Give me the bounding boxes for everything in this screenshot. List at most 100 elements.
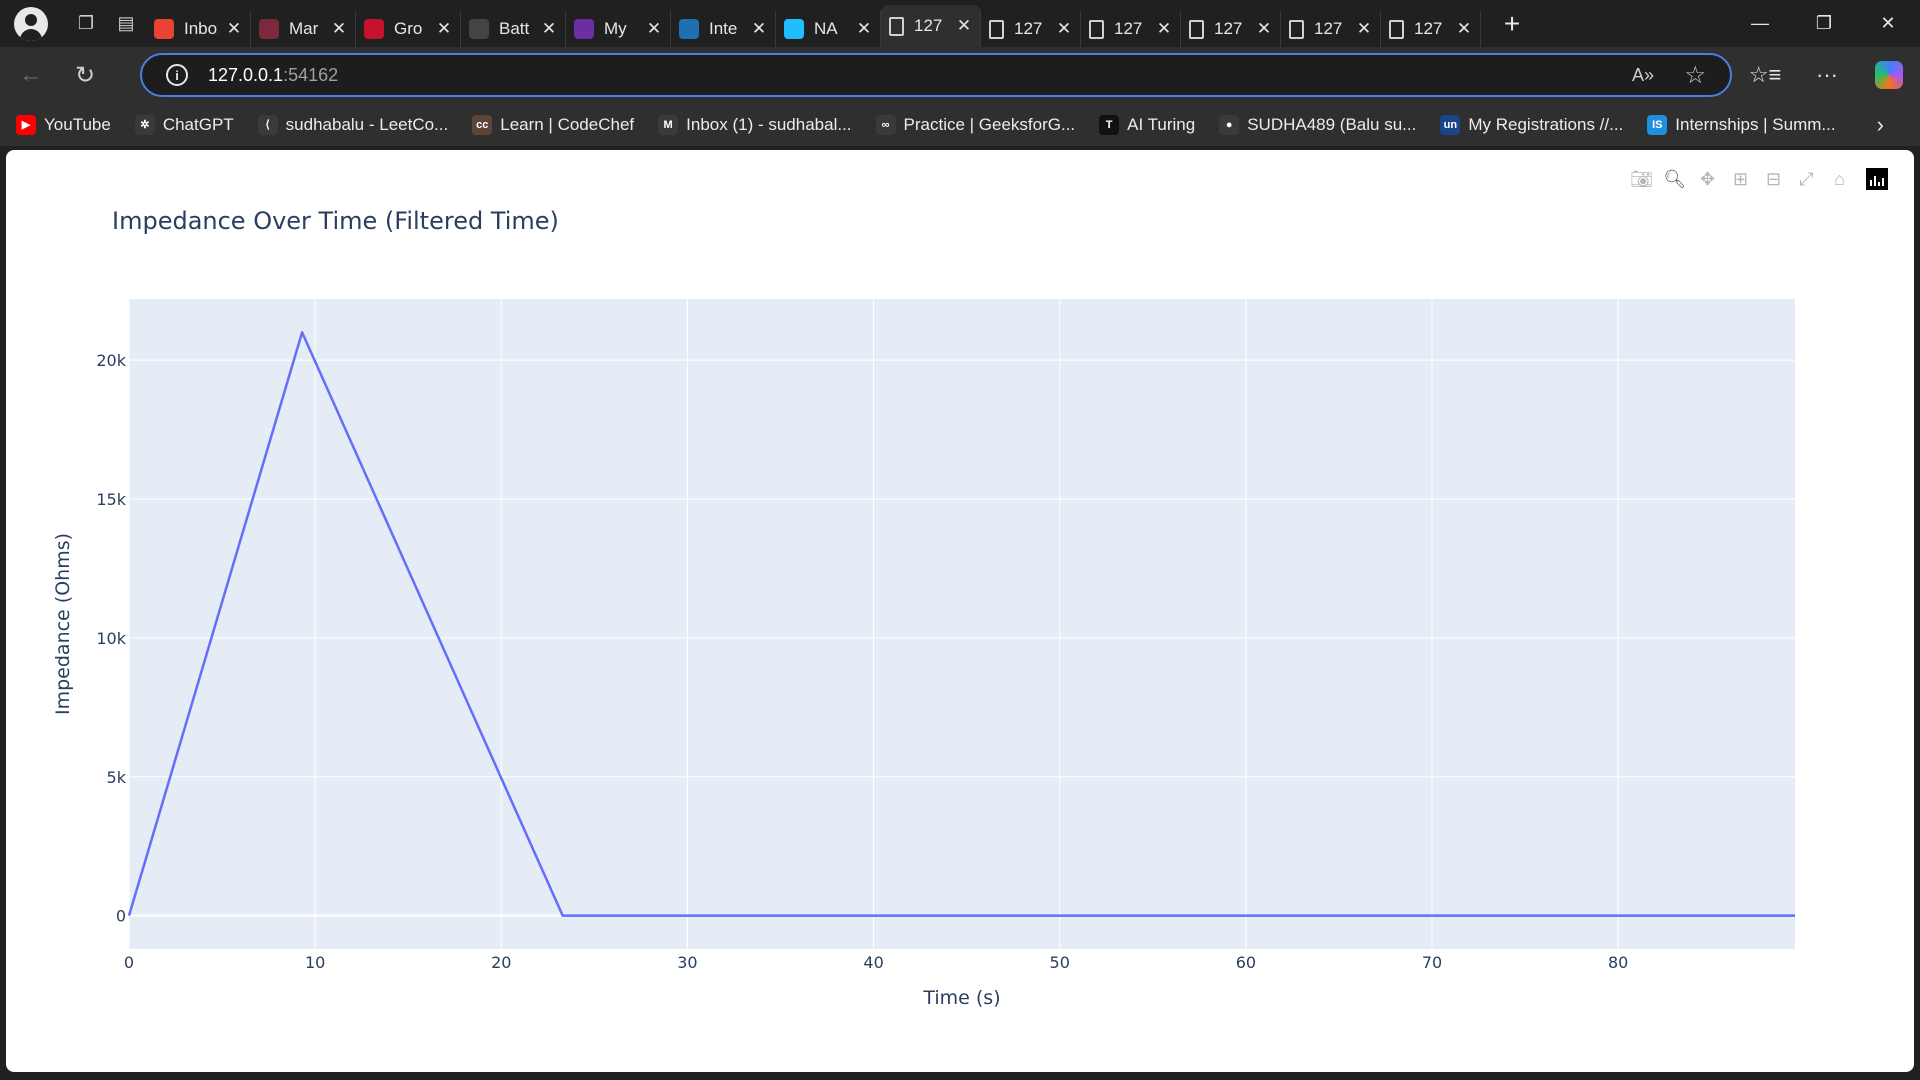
url-port: :54162 xyxy=(283,64,339,85)
copilot-icon[interactable] xyxy=(1858,61,1920,89)
bookmark-label: Internships | Summ... xyxy=(1675,114,1836,134)
browser-tab[interactable]: 127 ✕ xyxy=(981,11,1081,47)
x-tick-label: 50 xyxy=(1050,953,1070,972)
plot-area[interactable] xyxy=(129,299,1795,949)
tab-title: 127 xyxy=(1214,19,1243,38)
leetcode-icon: ⟨ xyxy=(257,114,278,135)
vertical-tabs-icon[interactable]: ▤ xyxy=(106,6,146,42)
minimize-icon[interactable]: — xyxy=(1728,0,1792,46)
tab-title: Mar xyxy=(289,19,319,38)
browser-tab[interactable]: 127 ✕ xyxy=(881,5,981,47)
github-icon: ● xyxy=(1219,114,1240,135)
tab-title: 127 xyxy=(914,16,943,35)
turing-icon: T xyxy=(1099,114,1120,135)
x-axis-label: Time (s) xyxy=(922,987,1000,1009)
tab-title: 127 xyxy=(1314,19,1343,38)
tab-title: Gro xyxy=(394,19,423,38)
tab-title: NA xyxy=(814,19,838,38)
close-tab-icon[interactable]: ✕ xyxy=(226,19,242,39)
workspaces-icon[interactable]: ❐ xyxy=(66,6,106,42)
bookmark-item[interactable]: T AI Turing xyxy=(1099,114,1195,135)
close-tab-icon[interactable]: ✕ xyxy=(1156,19,1172,39)
bookmark-item[interactable]: ✲ ChatGPT xyxy=(134,114,234,135)
x-tick-label: 30 xyxy=(677,953,697,972)
browser-tab[interactable]: Inte ✕ xyxy=(671,11,776,47)
close-tab-icon[interactable]: ✕ xyxy=(646,19,662,39)
bookmark-item[interactable]: ● SUDHA489 (Balu su... xyxy=(1219,114,1417,135)
x-tick-label: 40 xyxy=(863,953,883,972)
y-tick-label: 15k xyxy=(96,490,126,509)
y-tick-label: 10k xyxy=(96,629,126,648)
favorites-icon[interactable]: ☆≡ xyxy=(1734,62,1796,88)
document-icon xyxy=(989,19,1004,39)
document-icon xyxy=(1289,19,1304,39)
read-aloud-icon[interactable]: A» xyxy=(1632,65,1654,86)
site-info-icon[interactable]: i xyxy=(166,64,188,86)
line-chart[interactable]: 0 10 20 30 40 50 60 70 80 0 5k 10k 15k 20k Time (s) Imp… xyxy=(6,150,1914,1072)
browser-tab[interactable]: Mar ✕ xyxy=(251,11,356,47)
bookmark-label: My Registrations //... xyxy=(1468,114,1624,134)
browser-tab[interactable]: 127 ✕ xyxy=(1381,11,1481,47)
bookmark-item[interactable]: ∞ Practice | GeeksforG... xyxy=(875,114,1076,135)
bookmark-label: SUDHA489 (Balu su... xyxy=(1247,114,1417,134)
bookmark-label: YouTube xyxy=(44,114,111,134)
refresh-icon[interactable]: ↻ xyxy=(62,55,108,95)
x-tick-label: 10 xyxy=(305,953,325,972)
close-tab-icon[interactable]: ✕ xyxy=(856,19,872,39)
tab-list: Inbox✕Mar✕Gro✕Batt✕My✕Inte✕NA✕127✕127✕12… xyxy=(146,0,1481,47)
close-tab-icon[interactable]: ✕ xyxy=(956,16,972,36)
tab-title: Batt xyxy=(499,19,530,38)
bookmark-item[interactable]: cc Learn | CodeChef xyxy=(472,114,635,135)
bookmark-item[interactable]: un My Registrations //... xyxy=(1440,114,1624,135)
profile-avatar-icon[interactable] xyxy=(14,6,48,41)
more-menu-icon[interactable]: ··· xyxy=(1796,62,1858,88)
chevron-right-icon[interactable]: › xyxy=(1877,112,1884,138)
close-tab-icon[interactable]: ✕ xyxy=(1056,19,1072,39)
close-tab-icon[interactable]: ✕ xyxy=(331,19,347,39)
kaggle-icon xyxy=(784,19,804,39)
bookmark-label: ChatGPT xyxy=(162,114,234,134)
bookmark-item[interactable]: IS Internships | Summ... xyxy=(1647,114,1836,135)
restore-icon[interactable]: ❐ xyxy=(1792,0,1856,46)
gmail-icon: M xyxy=(658,114,679,135)
bookmark-item[interactable]: ▶ YouTube xyxy=(16,114,111,135)
document-icon xyxy=(889,16,904,36)
new-tab-icon[interactable]: + xyxy=(1497,8,1527,40)
favorite-star-icon[interactable]: ☆ xyxy=(1684,61,1706,90)
y-axis-label: Impedance (Ohms) xyxy=(52,533,74,715)
close-tab-icon[interactable]: ✕ xyxy=(1256,19,1272,39)
tab-strip: ❐ ▤ Inbox✕Mar✕Gro✕Batt✕My✕Inte✕NA✕127✕12… xyxy=(0,0,1920,47)
close-tab-icon[interactable]: ✕ xyxy=(751,19,767,39)
bookmark-label: Learn | CodeChef xyxy=(500,114,635,134)
toolbar-right: ☆≡ ··· xyxy=(1734,47,1920,103)
browser-tab[interactable]: My ✕ xyxy=(566,11,671,47)
bookmarks-bar: ▶ YouTube ✲ ChatGPT ⟨ sudhabalu - LeetCo... cc… xyxy=(0,103,1920,146)
geeksforgeeks-icon: ∞ xyxy=(875,114,896,135)
address-bar[interactable]: i 127.0.0.1:54162 A» ☆ xyxy=(140,53,1732,97)
x-tick-label: 20 xyxy=(491,953,511,972)
page-content: 📷︎ 🔍︎ ✥ ⊞ ⊟ ⤢ ⌂ Impedance Over Time (Fil… xyxy=(6,150,1914,1072)
bookmark-item[interactable]: ⟨ sudhabalu - LeetCo... xyxy=(257,114,448,135)
browser-tab[interactable]: Batt ✕ xyxy=(461,11,566,47)
tab-title: 127 xyxy=(1114,19,1143,38)
chatgpt-icon xyxy=(469,19,489,39)
browser-tab[interactable]: Inbox ✕ xyxy=(146,11,251,47)
browser-tab[interactable]: 127 ✕ xyxy=(1281,11,1381,47)
bookmark-label: Practice | GeeksforG... xyxy=(903,114,1076,134)
bookmark-item[interactable]: M Inbox (1) - sudhabal... xyxy=(658,114,852,135)
close-window-icon[interactable]: ✕ xyxy=(1856,0,1920,46)
browser-tab[interactable]: 127 ✕ xyxy=(1181,11,1281,47)
navigation-bar: ← ↻ i 127.0.0.1:54162 A» ☆ ☆≡ ··· xyxy=(0,47,1920,103)
close-tab-icon[interactable]: ✕ xyxy=(1356,19,1372,39)
close-tab-icon[interactable]: ✕ xyxy=(436,19,452,39)
chatgpt-icon: ✲ xyxy=(134,114,155,135)
close-tab-icon[interactable]: ✕ xyxy=(1456,19,1472,39)
browser-tab[interactable]: NA ✕ xyxy=(776,11,881,47)
tab-title: Inte xyxy=(709,19,738,38)
back-arrow-icon[interactable]: ← xyxy=(8,55,54,95)
close-tab-icon[interactable]: ✕ xyxy=(541,19,557,39)
bookmark-list: ▶ YouTube ✲ ChatGPT ⟨ sudhabalu - LeetCo... cc… xyxy=(16,114,1860,135)
browser-tab[interactable]: 127 ✕ xyxy=(1081,11,1181,47)
internshala-icon xyxy=(679,19,699,39)
browser-tab[interactable]: Gro ✕ xyxy=(356,11,461,47)
